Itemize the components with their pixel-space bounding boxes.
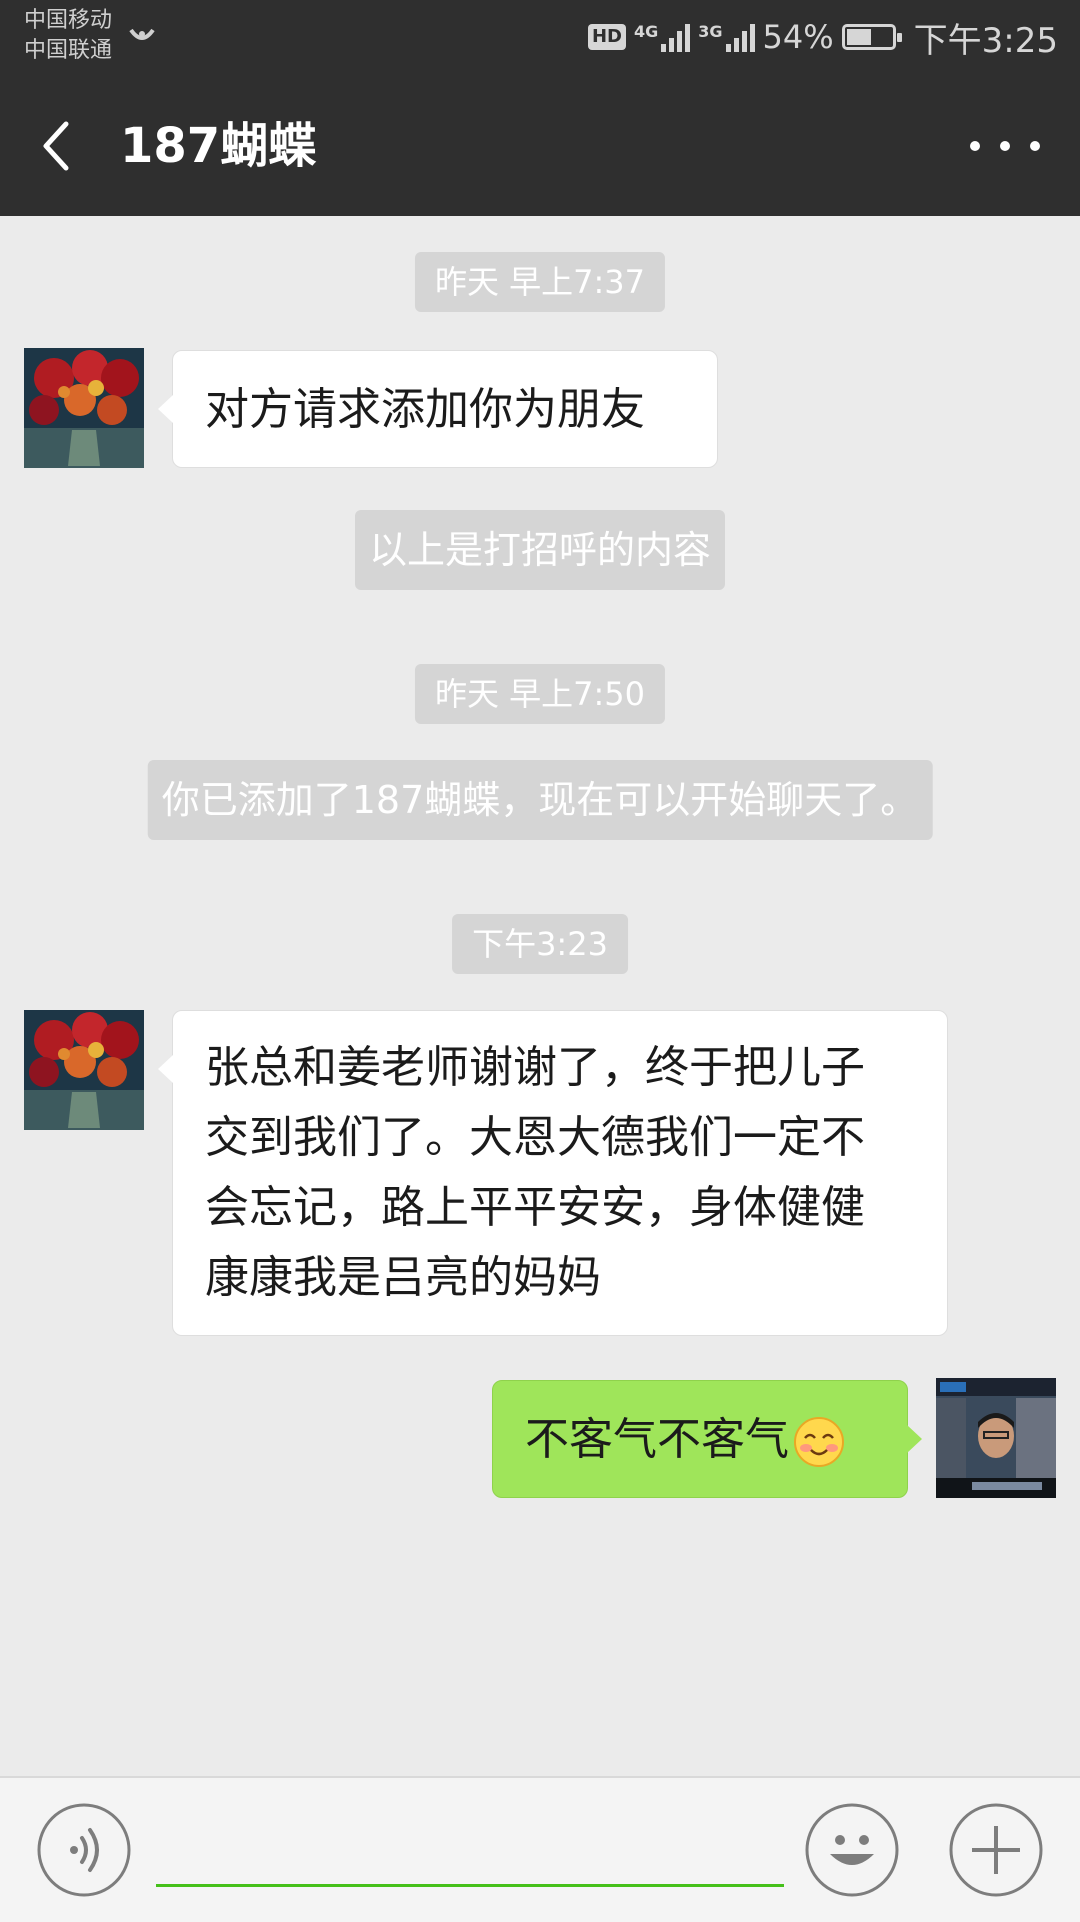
message-line: 会忘记，路上平平安安，身体健健 <box>205 1182 865 1233</box>
signal-bars-icon <box>661 22 691 52</box>
sent-message[interactable]: 不客气不客气 <box>492 1380 922 1498</box>
carrier-2: 中国联通 <box>24 38 113 63</box>
message-text: 对方请求添加你为朋友 <box>205 384 645 435</box>
timestamp: 昨天 早上7:50 <box>414 664 666 724</box>
timestamp: 昨天 早上7:37 <box>414 252 666 312</box>
chat-area[interactable]: 昨天 早上7:37 对方请求添加你为朋友 以上是打招呼的内容 昨天 早上7:50… <box>0 216 1080 1776</box>
signal-bars-icon <box>725 22 755 52</box>
message-line: 张总和姜老师谢谢了，终于把儿子 <box>205 1042 865 1093</box>
back-icon[interactable] <box>36 116 86 176</box>
contact-avatar[interactable] <box>24 1010 144 1130</box>
timestamp: 下午3:23 <box>452 914 628 974</box>
status-indicators: HD 4G 3G 54% 下午3:25 <box>587 12 1058 62</box>
hotspot-icon <box>129 28 155 40</box>
status-time: 下午3:25 <box>913 20 1058 61</box>
signal-1: 4G <box>633 22 691 52</box>
chat-title: 187蝴蝶 <box>120 118 317 174</box>
received-message[interactable]: 对方请求添加你为朋友 <box>158 350 718 468</box>
carrier-info: 中国移动 中国联通 <box>24 6 112 66</box>
received-message[interactable]: 张总和姜老师谢谢了，终于把儿子 交到我们了。大恩大德我们一定不 会忘记，路上平平… <box>158 1010 948 1336</box>
system-message: 以上是打招呼的内容 <box>354 510 726 590</box>
smile-emoji-icon <box>794 1417 844 1467</box>
chat-header: 187蝴蝶 <box>0 76 1080 216</box>
network-type-1: 4G <box>633 22 659 41</box>
battery-percent: 54% <box>762 18 834 56</box>
system-message: 你已添加了187蝴蝶，现在可以开始聊天了。 <box>147 760 933 840</box>
carrier-1: 中国移动 <box>24 8 113 33</box>
user-avatar[interactable] <box>936 1378 1056 1498</box>
message-text: 不客气不客气 <box>525 1414 789 1465</box>
battery-fill <box>846 29 871 45</box>
network-type-2: 3G <box>698 22 723 41</box>
contact-avatar[interactable] <box>24 348 144 468</box>
status-bar: 中国移动 中国联通 HD 4G 3G 54% 下午3:25 <box>0 0 1080 76</box>
plus-icon[interactable] <box>948 1802 1044 1898</box>
more-dots-icon[interactable] <box>970 126 1040 166</box>
message-line: 康康我是吕亮的妈妈 <box>205 1252 601 1303</box>
message-line: 交到我们了。大恩大德我们一定不 <box>205 1112 865 1163</box>
hd-badge: HD <box>587 24 626 50</box>
emoji-icon[interactable] <box>804 1802 900 1898</box>
message-input[interactable] <box>156 1818 784 1887</box>
signal-2: 3G <box>698 22 755 52</box>
input-bar <box>0 1776 1080 1922</box>
voice-icon[interactable] <box>36 1802 132 1898</box>
battery-icon <box>841 24 902 50</box>
